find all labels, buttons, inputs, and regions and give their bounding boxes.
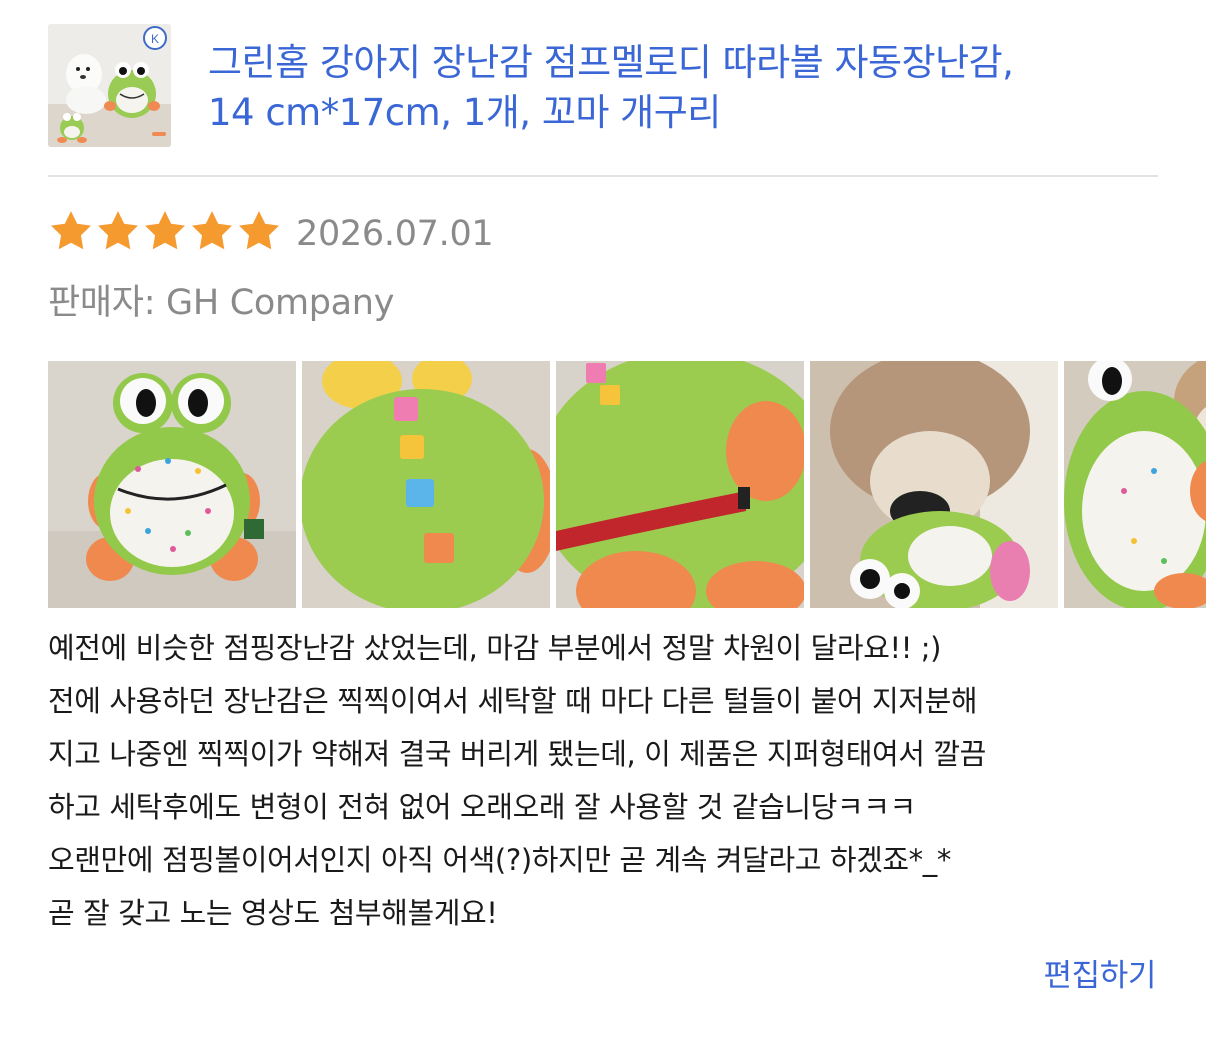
edit-review-link[interactable]: 편집하기 bbox=[1044, 950, 1157, 995]
review-date: 2026.07.01 bbox=[296, 214, 494, 254]
header-divider bbox=[48, 175, 1158, 177]
review-photo[interactable] bbox=[810, 361, 1058, 608]
review-photo-frog-zipper-icon bbox=[556, 361, 804, 608]
product-title-link[interactable]: 그린홈 강아지 장난감 점프멜로디 따라볼 자동장난감, 14 cm*17cm,… bbox=[208, 38, 1168, 138]
seller-label: 판매자: bbox=[48, 283, 156, 323]
review-text-line: 지고 나중엔 찍찍이가 약해져 결국 버리게 됐는데, 이 제품은 지퍼형태여서… bbox=[48, 737, 986, 771]
review-text-line: 하고 세탁후에도 변형이 전혀 없어 오래오래 잘 사용할 것 같습니당ㅋㅋㅋ bbox=[48, 790, 916, 824]
review-photo[interactable] bbox=[556, 361, 804, 608]
review-photo[interactable] bbox=[48, 361, 296, 608]
review-photo-dog-with-toy-icon bbox=[810, 361, 1058, 608]
review-text: 예전에 비슷한 점핑장난감 샀었는데, 마감 부분에서 정말 차원이 달라요!!… bbox=[48, 622, 1158, 940]
review-text-line: 예전에 비슷한 점핑장난감 샀었는데, 마감 부분에서 정말 차원이 달라요!!… bbox=[48, 631, 942, 665]
product-title-line: 14 cm*17cm, 1개, 꼬마 개구리 bbox=[208, 91, 721, 134]
star-icon bbox=[239, 211, 279, 250]
review-photo[interactable] bbox=[302, 361, 550, 608]
product-title-line: 그린홈 강아지 장난감 점프멜로디 따라볼 자동장난감, bbox=[208, 41, 1014, 84]
review-text-line: 오랜만에 점핑볼이어서인지 아직 어색(?)하지만 곧 계속 켜달라고 하겠죠*… bbox=[48, 843, 951, 877]
review-photo-strip[interactable] bbox=[48, 361, 1206, 608]
review-photo-frog-back-icon bbox=[302, 361, 550, 608]
star-icon bbox=[145, 211, 185, 250]
review-photo[interactable] bbox=[1064, 361, 1206, 608]
review-photo-frog-front-icon bbox=[48, 361, 296, 608]
review-text-line: 곧 잘 갖고 노는 영상도 첨부해볼게요! bbox=[48, 896, 498, 930]
seller-info: 판매자: GH Company bbox=[48, 274, 394, 325]
star-icon bbox=[192, 211, 232, 250]
rating-row: 2026.07.01 bbox=[48, 208, 494, 260]
svg-text:K: K bbox=[151, 32, 159, 46]
star-rating bbox=[48, 208, 284, 260]
review-photo-frog-dog-partial-icon bbox=[1064, 361, 1206, 608]
product-header: K 그린홈 강아지 장난감 점프멜로디 따라볼 자동장난감, 14 cm*17c… bbox=[48, 24, 1158, 150]
seller-name: GH Company bbox=[166, 283, 395, 323]
star-icon bbox=[51, 211, 91, 250]
product-thumbnail[interactable]: K bbox=[48, 24, 171, 147]
review-text-line: 전에 사용하던 장난감은 찍찍이여서 세탁할 때 마다 다른 털들이 붙어 지저… bbox=[48, 684, 978, 718]
product-thumbnail-frog-toy-icon: K bbox=[48, 24, 171, 147]
star-icon bbox=[98, 211, 138, 250]
